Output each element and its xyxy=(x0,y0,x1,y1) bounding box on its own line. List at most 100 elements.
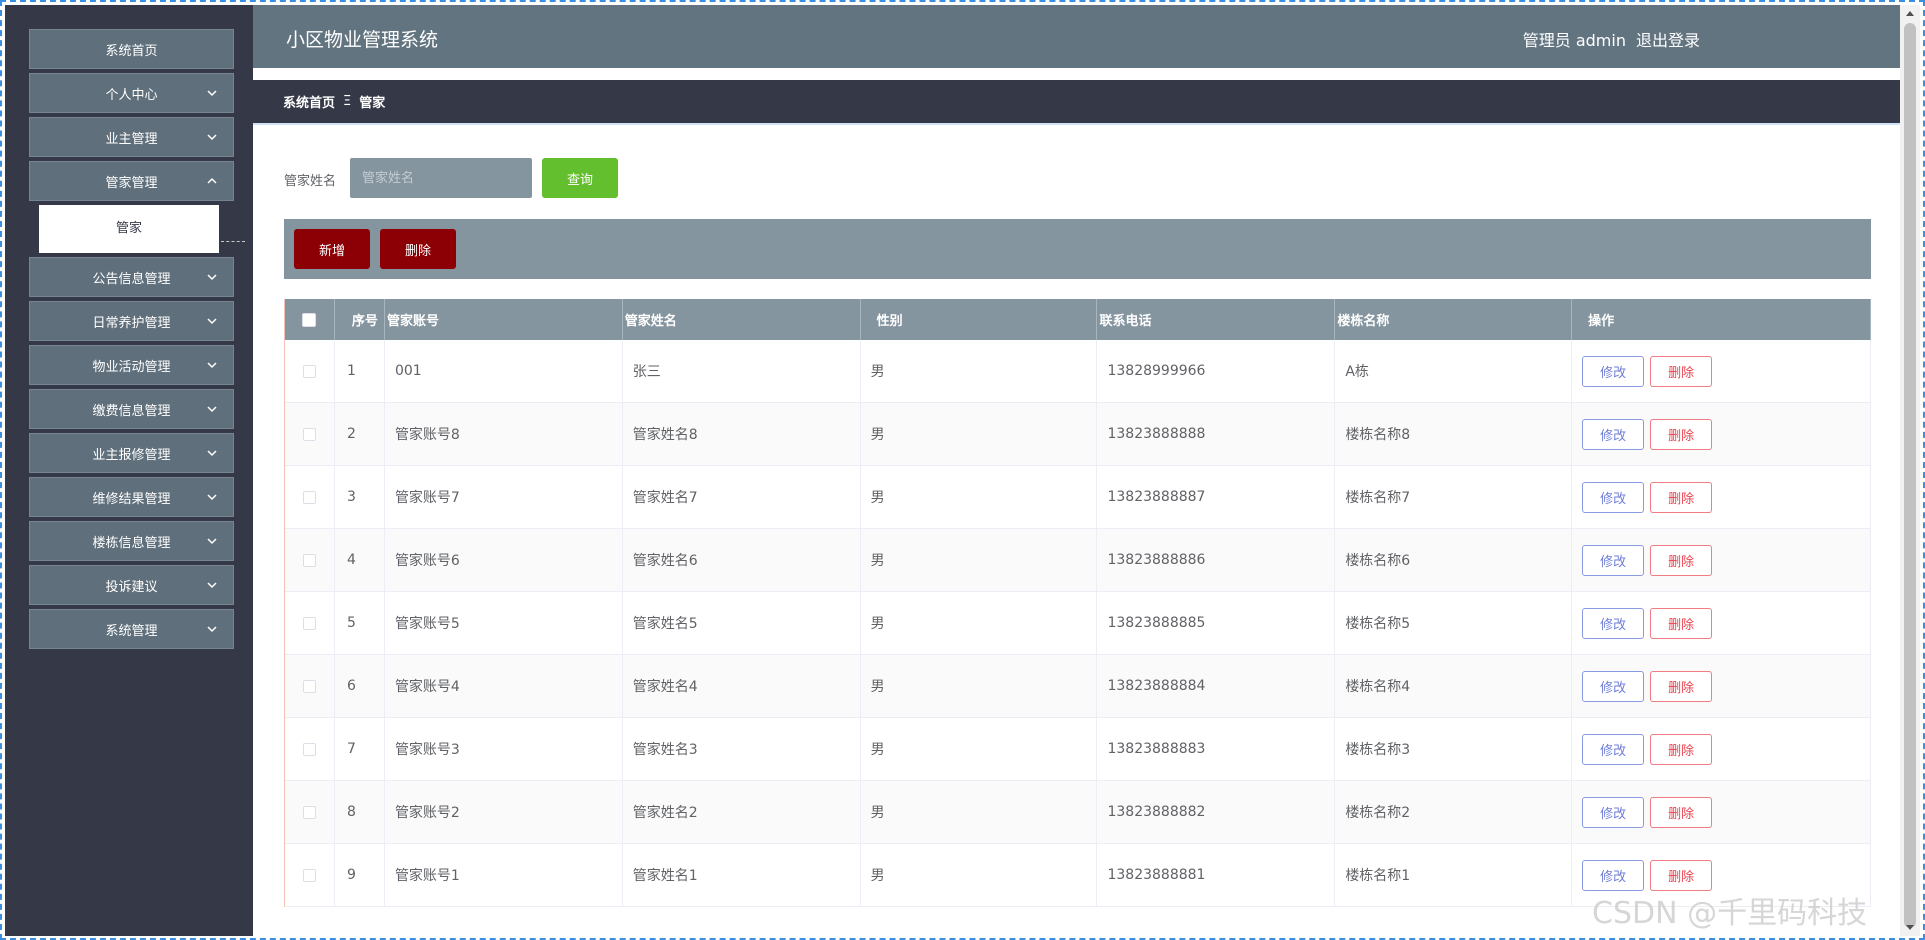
edit-button[interactable]: 修改 xyxy=(1582,670,1645,702)
sidebar-item[interactable]: 公告信息管理 xyxy=(29,257,234,297)
sidebar-item[interactable]: 物业活动管理 xyxy=(29,345,234,385)
edit-button[interactable]: 修改 xyxy=(1582,418,1645,450)
cell-phone: 13823888888 xyxy=(1097,403,1336,465)
cell-phone: 13823888881 xyxy=(1097,844,1336,906)
row-checkbox[interactable] xyxy=(302,364,316,378)
row-checkbox-cell xyxy=(285,592,335,654)
edit-button[interactable]: 修改 xyxy=(1582,796,1645,828)
chevron-down-icon xyxy=(205,270,219,284)
row-checkbox[interactable] xyxy=(302,553,316,567)
page-scrollbar[interactable] xyxy=(1900,5,1920,936)
breadcrumb: 系统首页 Ξ 管家 xyxy=(253,80,1900,125)
cell-sex: 男 xyxy=(861,655,1098,717)
delete-button[interactable]: 删除 xyxy=(1650,670,1713,702)
cell-phone: 13823888885 xyxy=(1097,592,1336,654)
sidebar-item[interactable]: 管家管理 xyxy=(29,161,234,201)
cell-phone: 13823888884 xyxy=(1097,655,1336,717)
cell-phone: 13823888887 xyxy=(1097,466,1336,528)
cell-building: 楼栋名称8 xyxy=(1335,403,1573,465)
search-button[interactable]: 查询 xyxy=(542,158,618,198)
sidebar-item[interactable]: 投诉建议 xyxy=(29,565,234,605)
edit-button[interactable]: 修改 xyxy=(1582,859,1645,891)
table-row: 5 管家账号5 管家姓名5 男 13823888885 楼栋名称5 修改 删除 xyxy=(285,592,1871,655)
row-checkbox[interactable] xyxy=(302,427,316,441)
row-checkbox[interactable] xyxy=(302,742,316,756)
sidebar-item-label: 业主管理 xyxy=(105,131,158,147)
cell-name: 管家姓名7 xyxy=(623,466,861,528)
delete-button[interactable]: 删除 xyxy=(1650,859,1713,891)
delete-button[interactable]: 删除 xyxy=(1650,481,1713,513)
cell-sex: 男 xyxy=(861,340,1098,402)
cell-no: 2 xyxy=(335,403,385,465)
sidebar-item[interactable]: 业主管理 xyxy=(29,117,234,157)
delete-button[interactable]: 删除 xyxy=(1650,796,1713,828)
cell-phone: 13823888886 xyxy=(1097,529,1336,591)
sidebar-item-label: 个人中心 xyxy=(105,87,158,103)
cell-account: 管家账号5 xyxy=(385,592,623,654)
sidebar-item[interactable]: 楼栋信息管理 xyxy=(29,521,234,561)
row-checkbox-cell xyxy=(285,718,335,780)
scroll-down-icon[interactable] xyxy=(1906,925,1914,930)
sidebar-item-label: 系统首页 xyxy=(105,43,158,59)
table-row: 1 001 张三男 13828999966 A栋 修改 删除 xyxy=(285,340,1871,403)
delete-button[interactable]: 删除 xyxy=(1650,355,1713,387)
sidebar-item[interactable]: 缴费信息管理 xyxy=(29,389,234,429)
cell-building: 楼栋名称1 xyxy=(1335,844,1573,906)
row-checkbox[interactable] xyxy=(302,616,316,630)
cell-name: 管家姓名4 xyxy=(623,655,861,717)
sidebar-item-label: 物业活动管理 xyxy=(92,359,171,375)
sidebar-item[interactable]: 业主报修管理 xyxy=(29,433,234,473)
delete-button[interactable]: 删除 xyxy=(1650,418,1713,450)
submenu: 管家 xyxy=(29,205,245,253)
row-checkbox[interactable] xyxy=(302,805,316,819)
cell-account: 管家账号3 xyxy=(385,718,623,780)
breadcrumb-home[interactable]: 系统首页 xyxy=(283,92,335,111)
delete-button[interactable]: 删除 xyxy=(1650,733,1713,765)
cell-sex: 男 xyxy=(861,592,1098,654)
delete-button[interactable]: 删除 xyxy=(1650,607,1713,639)
row-checkbox-cell xyxy=(285,466,335,528)
sidebar-item-label: 楼栋信息管理 xyxy=(92,535,171,551)
header-name: 管家姓名 xyxy=(623,299,861,340)
sidebar-item[interactable]: 个人中心 xyxy=(29,73,234,113)
sidebar-item[interactable]: 日常养护管理 xyxy=(29,301,234,341)
row-checkbox-cell xyxy=(285,781,335,843)
edit-button[interactable]: 修改 xyxy=(1582,733,1645,765)
row-checkbox[interactable] xyxy=(302,868,316,882)
breadcrumb-current: 管家 xyxy=(359,96,386,111)
breadcrumb-separator-icon: Ξ xyxy=(343,94,352,109)
edit-button[interactable]: 修改 xyxy=(1582,607,1645,639)
sidebar-item[interactable]: 系统管理 xyxy=(29,609,234,649)
cell-no: 7 xyxy=(335,718,385,780)
add-button[interactable]: 新增 xyxy=(294,229,370,269)
current-user: 管理员 admin xyxy=(1522,31,1626,50)
cell-building: 楼栋名称6 xyxy=(1335,529,1573,591)
logout-link[interactable]: 退出登录 xyxy=(1636,27,1700,51)
chevron-down-icon xyxy=(205,490,219,504)
cell-account: 管家账号4 xyxy=(385,655,623,717)
edit-button[interactable]: 修改 xyxy=(1582,355,1645,387)
header-operation: 操作 xyxy=(1572,299,1871,340)
cell-operation: 修改 删除 xyxy=(1572,781,1871,843)
cell-account: 管家账号6 xyxy=(385,529,623,591)
sidebar-item[interactable]: 维修结果管理 xyxy=(29,477,234,517)
sidebar-menu: 系统首页个人中心业主管理管家管理 管家 公告信息管理 日常养护管理物业活动管理缴费信息… xyxy=(29,29,245,653)
row-checkbox[interactable] xyxy=(302,490,316,504)
chevron-down-icon xyxy=(205,358,219,372)
submenu-item-butler[interactable]: 管家 xyxy=(39,205,219,253)
scroll-thumb[interactable] xyxy=(1904,23,1916,928)
row-checkbox[interactable] xyxy=(302,679,316,693)
cell-name: 张三 xyxy=(623,340,861,402)
scroll-up-icon[interactable] xyxy=(1906,11,1914,16)
watermark: CSDN @千里码科技 xyxy=(1592,896,1868,931)
edit-button[interactable]: 修改 xyxy=(1582,481,1645,513)
cell-building: 楼栋名称3 xyxy=(1335,718,1573,780)
edit-button[interactable]: 修改 xyxy=(1582,544,1645,576)
cell-account: 001 xyxy=(385,340,623,402)
search-input[interactable] xyxy=(350,158,532,198)
sidebar-item[interactable]: 系统首页 xyxy=(29,29,234,69)
select-all-checkbox[interactable] xyxy=(302,312,317,327)
chevron-down-icon xyxy=(205,446,219,460)
batch-delete-button[interactable]: 删除 xyxy=(380,229,456,269)
delete-button[interactable]: 删除 xyxy=(1650,544,1713,576)
